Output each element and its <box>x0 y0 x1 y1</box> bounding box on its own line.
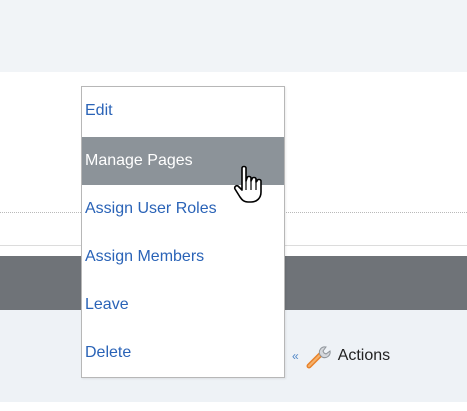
page: « Actions Edit Manage Pages Assign User … <box>0 0 467 411</box>
menu-item-assign-user-roles[interactable]: Assign User Roles <box>82 185 284 233</box>
wrench-icon <box>306 346 331 369</box>
double-chevron-left-icon[interactable]: « <box>292 350 299 362</box>
menu-item-leave[interactable]: Leave <box>82 281 284 329</box>
menu-item-assign-members[interactable]: Assign Members <box>82 233 284 281</box>
menu-item-edit[interactable]: Edit <box>82 87 284 135</box>
actions-button[interactable]: « Actions <box>292 342 390 370</box>
menu-item-manage-pages[interactable]: Manage Pages <box>82 137 284 185</box>
actions-dropdown-menu: Edit Manage Pages Assign User Roles Assi… <box>81 86 285 378</box>
menu-item-delete[interactable]: Delete <box>82 329 284 377</box>
header-band <box>0 0 467 72</box>
actions-label[interactable]: Actions <box>338 347 390 365</box>
